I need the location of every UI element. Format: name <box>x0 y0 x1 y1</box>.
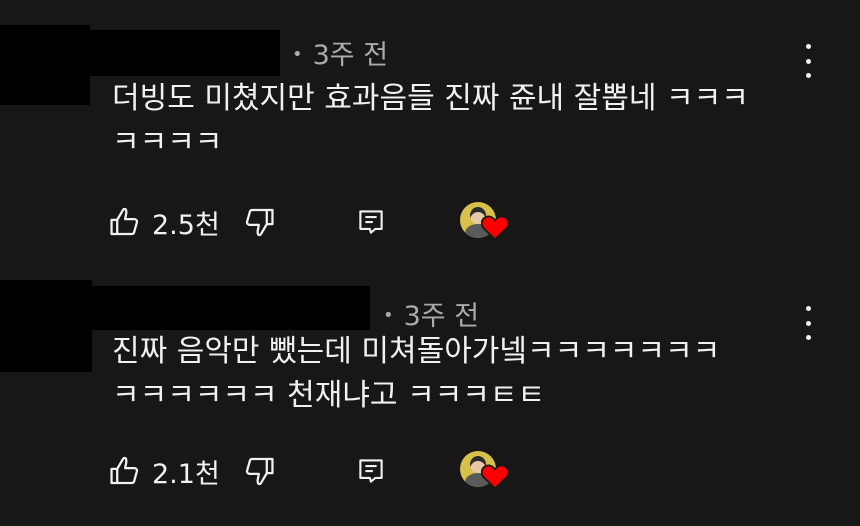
comment-text: 진짜 음악만 뺐는데 미쳐돌아가넼ㅋㅋㅋㅋㅋㅋㅋ ㅋㅋㅋㅋㅋㅋ 천재냐고 ㅋㅋㅋ… <box>112 334 721 413</box>
redacted-username[interactable] <box>92 286 370 330</box>
comment-actions: 2.5천 <box>108 202 828 242</box>
dislike-button[interactable] <box>242 451 276 491</box>
like-button[interactable]: 2.1천 <box>108 451 220 491</box>
reply-icon <box>359 459 383 483</box>
comment-item: • 3주 전 진짜 음악만 뺐는데 미쳐돌아가넼ㅋㅋㅋㅋㅋㅋㅋ ㅋㅋㅋㅋㅋㅋ 천재… <box>0 268 860 526</box>
like-button[interactable]: 2.5천 <box>108 202 220 242</box>
dislike-button[interactable] <box>242 202 276 242</box>
redacted-avatar[interactable] <box>0 280 92 372</box>
separator-dot: • <box>292 44 303 65</box>
heart-icon <box>481 215 509 240</box>
separator-dot: • <box>383 305 394 326</box>
comment-actions: 2.1천 <box>108 451 828 491</box>
like-count: 2.1천 <box>152 458 220 490</box>
heart-icon <box>481 464 509 489</box>
creator-heart-badge[interactable] <box>460 449 509 489</box>
reply-button[interactable] <box>356 202 386 242</box>
creator-heart-badge[interactable] <box>460 200 509 240</box>
reply-button[interactable] <box>356 451 386 491</box>
comment-time[interactable]: 3주 전 <box>404 301 479 332</box>
more-vertical-icon <box>805 306 811 311</box>
more-options-button[interactable] <box>800 44 816 78</box>
comment-meta: • 3주 전 <box>292 33 388 72</box>
comment-time[interactable]: 3주 전 <box>313 40 388 71</box>
more-vertical-icon <box>805 44 811 49</box>
thumbs-up-icon <box>110 456 139 485</box>
comment-text: 더빙도 미쳤지만 효과음들 진짜 쥰내 잘뽑네 ㅋㅋㅋ ㅋㅋㅋㅋ <box>112 81 749 160</box>
thumbs-down-icon <box>245 208 274 237</box>
thumbs-up-icon <box>110 207 139 236</box>
like-count: 2.5천 <box>152 209 220 241</box>
reply-icon <box>359 210 383 234</box>
redacted-avatar[interactable] <box>0 25 90 105</box>
comment-item: • 3주 전 더빙도 미쳤지만 효과음들 진짜 쥰내 잘뽑네 ㅋㅋㅋ ㅋㅋㅋㅋ 2… <box>0 0 860 268</box>
thumbs-down-icon <box>245 457 274 486</box>
comment-meta: • 3주 전 <box>383 294 479 333</box>
redacted-username[interactable] <box>90 30 280 76</box>
